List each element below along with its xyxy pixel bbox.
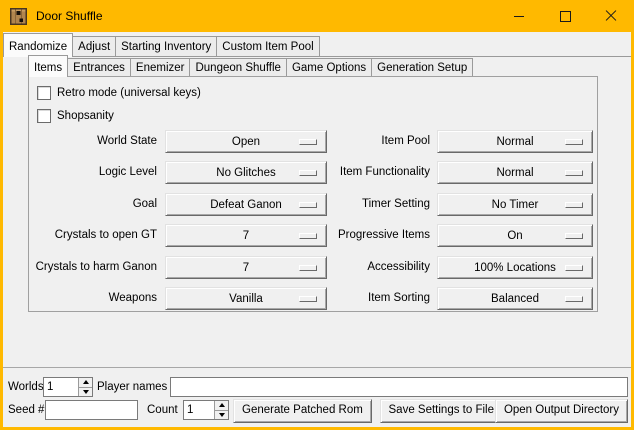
down-arrow-icon — [219, 413, 225, 417]
checkbox-label: Shopsanity — [57, 110, 114, 122]
dropdown-indicator-icon — [565, 265, 583, 271]
open-output-directory-button[interactable]: Open Output Directory — [495, 399, 628, 423]
label-item-sorting: Item Sorting — [318, 287, 430, 310]
tab-game-options[interactable]: Game Options — [286, 58, 372, 76]
label-item-pool: Item Pool — [318, 130, 430, 153]
dropdown-indicator-icon — [299, 139, 317, 145]
inner-tab-bar: Items Entrances Enemizer Dungeon Shuffle… — [28, 55, 473, 76]
door-icon — [10, 8, 27, 25]
tab-starting-inventory[interactable]: Starting Inventory — [115, 36, 217, 56]
label-goal: Goal — [28, 193, 157, 216]
dropdown-indicator-icon — [299, 265, 317, 271]
dropdown-goal[interactable]: Defeat Ganon — [165, 193, 327, 216]
checkbox-retro-mode[interactable]: Retro mode (universal keys) — [37, 86, 201, 100]
dropdown-indicator-icon — [565, 233, 583, 239]
minimize-button[interactable] — [496, 0, 542, 32]
save-settings-button[interactable]: Save Settings to File — [380, 399, 503, 423]
label-crystals-gt: Crystals to open GT — [28, 224, 157, 247]
minimize-icon — [514, 16, 524, 17]
dropdown-timer-setting[interactable]: No Timer — [437, 193, 593, 216]
label-accessibility: Accessibility — [318, 256, 430, 279]
dropdown-indicator-icon — [565, 296, 583, 302]
dropdown-indicator-icon — [565, 139, 583, 145]
dropdown-value: No Timer — [492, 199, 539, 211]
dropdown-indicator-icon — [299, 170, 317, 176]
label-crystals-ganon: Crystals to harm Ganon — [28, 256, 157, 279]
dropdown-value: 7 — [243, 262, 249, 274]
seed-label: Seed # — [8, 400, 44, 420]
window-border-left — [0, 32, 3, 430]
dropdown-crystals-ganon[interactable]: 7 — [165, 256, 327, 279]
dropdown-item-pool[interactable]: Normal — [437, 130, 593, 153]
window-title: Door Shuffle — [36, 9, 103, 23]
dropdown-item-functionality[interactable]: Normal — [437, 161, 593, 184]
dropdown-value: Defeat Ganon — [210, 199, 282, 211]
worlds-spinbox[interactable] — [43, 377, 93, 397]
tab-adjust[interactable]: Adjust — [72, 36, 116, 56]
checkbox-label: Retro mode (universal keys) — [57, 87, 201, 99]
label-logic-level: Logic Level — [28, 161, 157, 184]
up-arrow-icon — [219, 403, 225, 407]
count-spinbox[interactable] — [183, 400, 229, 420]
dropdown-value: Balanced — [491, 293, 539, 305]
dropdown-world-state[interactable]: Open — [165, 130, 327, 153]
dropdown-indicator-icon — [565, 202, 583, 208]
count-spin-up-button[interactable] — [215, 401, 228, 411]
count-spin-down-button[interactable] — [215, 411, 228, 420]
count-input[interactable] — [184, 401, 214, 419]
close-icon — [605, 10, 617, 22]
player-names-label: Player names — [97, 377, 167, 397]
maximize-button[interactable] — [542, 0, 588, 32]
generate-patched-rom-button[interactable]: Generate Patched Rom — [233, 399, 372, 423]
checkbox-box[interactable] — [37, 86, 51, 100]
dropdown-indicator-icon — [299, 233, 317, 239]
worlds-label: Worlds — [8, 377, 44, 397]
worlds-spin-down-button[interactable] — [79, 388, 92, 397]
dropdown-value: 7 — [243, 230, 249, 242]
maximize-icon — [560, 11, 571, 22]
label-progressive-items: Progressive Items — [318, 224, 430, 247]
dropdown-value: 100% Locations — [474, 262, 556, 274]
dropdown-value: Normal — [496, 136, 533, 148]
tab-dungeon-shuffle[interactable]: Dungeon Shuffle — [189, 58, 286, 76]
dropdown-indicator-icon — [299, 296, 317, 302]
worlds-input[interactable] — [44, 378, 78, 396]
label-world-state: World State — [28, 130, 157, 153]
dropdown-value: No Glitches — [216, 167, 275, 179]
dropdown-accessibility[interactable]: 100% Locations — [437, 256, 593, 279]
player-names-input[interactable] — [170, 377, 628, 397]
dropdown-value: Open — [232, 136, 260, 148]
tab-entrances[interactable]: Entrances — [67, 58, 131, 76]
outer-tab-bar: Randomize Adjust Starting Inventory Cust… — [3, 33, 320, 56]
checkbox-shopsanity[interactable]: Shopsanity — [37, 109, 114, 123]
dropdown-indicator-icon — [299, 202, 317, 208]
dropdown-indicator-icon — [565, 170, 583, 176]
dropdown-value: On — [507, 230, 522, 242]
count-label: Count — [147, 400, 178, 420]
label-item-functionality: Item Functionality — [318, 161, 430, 184]
down-arrow-icon — [83, 390, 89, 394]
titlebar[interactable]: Door Shuffle — [0, 0, 634, 32]
dropdown-logic-level[interactable]: No Glitches — [165, 161, 327, 184]
dropdown-progressive-items[interactable]: On — [437, 224, 593, 247]
tab-generation-setup[interactable]: Generation Setup — [371, 58, 473, 76]
seed-input[interactable] — [45, 400, 138, 420]
tab-items[interactable]: Items — [28, 55, 68, 77]
dropdown-item-sorting[interactable]: Balanced — [437, 287, 593, 310]
close-button[interactable] — [588, 0, 634, 32]
tab-enemizer[interactable]: Enemizer — [130, 58, 191, 76]
dropdown-value: Normal — [496, 167, 533, 179]
tab-custom-item-pool[interactable]: Custom Item Pool — [216, 36, 319, 56]
dropdown-crystals-gt[interactable]: 7 — [165, 224, 327, 247]
dropdown-value: Vanilla — [229, 293, 263, 305]
label-weapons: Weapons — [28, 287, 157, 310]
caption-buttons — [496, 0, 634, 32]
checkbox-box[interactable] — [37, 109, 51, 123]
label-timer-setting: Timer Setting — [318, 193, 430, 216]
dropdown-weapons[interactable]: Vanilla — [165, 287, 327, 310]
up-arrow-icon — [83, 380, 89, 384]
worlds-spin-up-button[interactable] — [79, 378, 92, 388]
tab-randomize[interactable]: Randomize — [3, 33, 73, 57]
